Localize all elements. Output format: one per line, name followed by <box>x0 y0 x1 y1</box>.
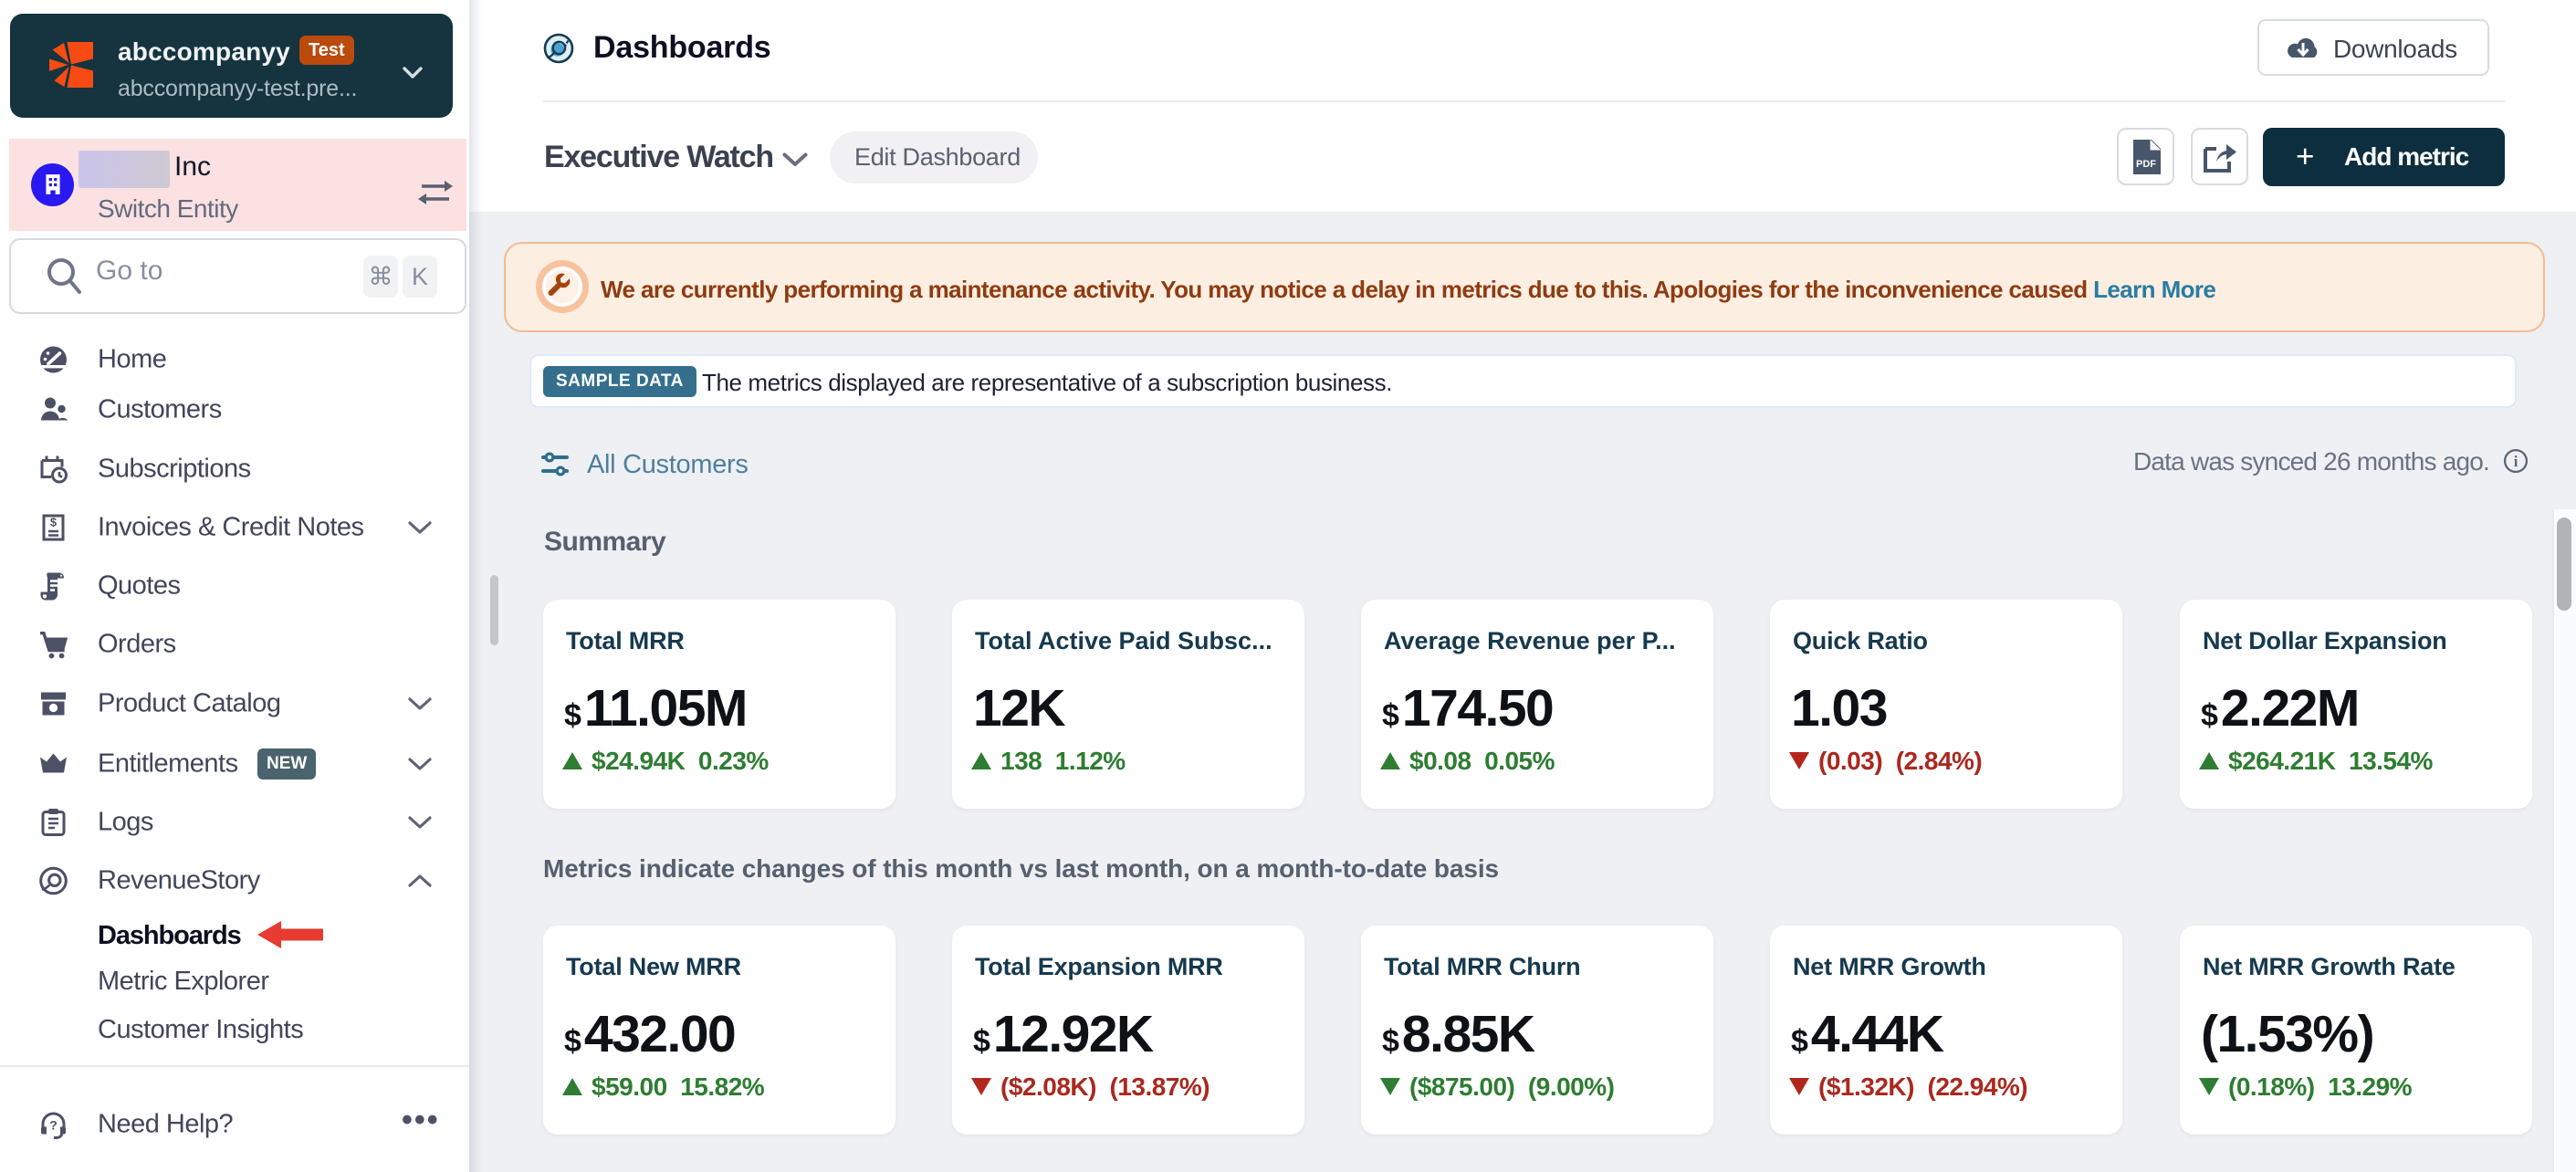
svg-text:i: i <box>2514 453 2518 470</box>
svg-text:$: $ <box>50 516 58 529</box>
svg-text:PDF: PDF <box>2136 159 2156 170</box>
svg-text:?: ? <box>49 1118 58 1133</box>
